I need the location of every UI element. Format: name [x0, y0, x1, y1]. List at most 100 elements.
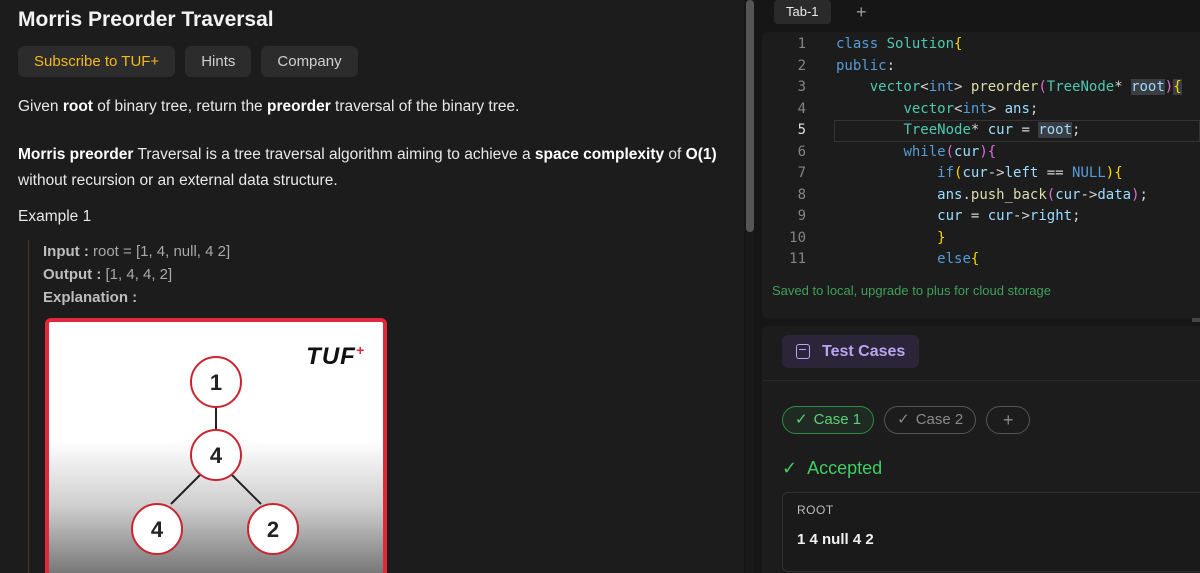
code-line: 7 if(cur->left == NULL){ — [762, 163, 1200, 185]
svg-text:4: 4 — [151, 517, 164, 542]
code-line: 4 vector<int> ans; — [762, 99, 1200, 121]
scrollbar-thumb[interactable] — [746, 0, 754, 232]
company-button[interactable]: Company — [261, 46, 358, 77]
line-number: 3 — [797, 79, 806, 95]
text-bold: O(1) — [685, 146, 717, 163]
line-number: 7 — [797, 165, 806, 181]
code-text: vector<int> preorder(TreeNode* root){ — [869, 79, 1182, 95]
code-line: 10 } — [762, 228, 1200, 250]
tree-edge — [170, 473, 202, 505]
code-line: 9 cur = cur->right; — [762, 206, 1200, 228]
tree-diagram: TUF+ 1 4 4 2 — [45, 318, 387, 573]
root-value[interactable]: 1 4 null 4 2 — [797, 531, 874, 548]
test-cases-label: Test Cases — [822, 343, 906, 360]
test-cases-panel: Test Cases ✓ Case 1 ✓ Case 2 + ✓ Accepted R… — [762, 326, 1200, 573]
root-input-box[interactable]: ROOT 1 4 null 4 2 — [782, 492, 1200, 572]
text-bold: Morris preorder — [18, 146, 134, 163]
example-title: Example 1 — [18, 208, 92, 225]
example-explanation: Explanation : — [43, 286, 628, 309]
test-cases-icon — [796, 344, 810, 359]
svg-text:4: 4 — [210, 443, 223, 468]
problem-description: Given root of binary tree, return the pr… — [18, 94, 718, 120]
code-text: cur = cur->right; — [937, 208, 1081, 224]
tree-node: 4 — [131, 503, 183, 555]
code-line: 2 public: — [762, 56, 1200, 78]
case-label: Case 2 — [915, 411, 964, 428]
text-bold: preorder — [267, 98, 331, 115]
tree-node: 2 — [247, 503, 299, 555]
code-text: class Solution{ — [836, 36, 963, 52]
output-value: [1, 4, 4, 2] — [101, 266, 173, 283]
tree-edge — [230, 473, 262, 505]
code-area[interactable]: 1 class Solution{ 2 public: 3 vector<int> … — [762, 34, 1200, 271]
problem-actions: Subscribe to TUF+ Hints Company — [18, 46, 358, 77]
line-number: 4 — [797, 100, 806, 117]
case-1-button[interactable]: ✓ Case 1 — [782, 406, 875, 434]
result-status: ✓ Accepted — [782, 458, 882, 479]
line-number: 11 — [789, 251, 806, 267]
code-line: 8 ans.push_back(cur->data); — [762, 185, 1200, 207]
tree-svg: 1 4 4 2 — [131, 356, 299, 555]
input-label: Input : — [43, 243, 89, 260]
status-text: Accepted — [807, 458, 883, 478]
example-input: Input : root = [1, 4, null, 4 2] — [43, 240, 628, 263]
code-text: TreeNode* cur = root; — [903, 122, 1081, 138]
code-text: ans.push_back(cur->data); — [937, 186, 1148, 203]
code-text: vector<int> ans; — [903, 100, 1039, 117]
tab-1[interactable]: Tab-1 — [774, 0, 831, 24]
text: without recursion or an external data st… — [18, 172, 338, 189]
explanation-label: Explanation : — [43, 289, 138, 306]
problem-title: Morris Preorder Traversal — [18, 8, 274, 31]
add-tab-icon[interactable]: + — [856, 0, 867, 24]
text-bold: root — [62, 98, 93, 115]
code-text: public: — [836, 57, 896, 74]
case-tabs: ✓ Case 1 ✓ Case 2 + — [782, 406, 1031, 434]
line-number: 10 — [789, 229, 806, 246]
text: traversal of the binary tree. — [330, 98, 520, 115]
subscribe-button[interactable]: Subscribe to TUF+ — [18, 46, 176, 77]
tree-node: 1 — [190, 356, 242, 408]
text: of binary tree, return the — [92, 98, 267, 115]
text-bold: space complexity — [534, 146, 665, 163]
line-number: 9 — [797, 208, 806, 224]
case-label: Case 1 — [813, 411, 862, 428]
editor-tabbar: Tab-1 + — [762, 0, 1200, 30]
check-icon: ✓ — [782, 458, 798, 478]
test-cases-button[interactable]: Test Cases — [782, 335, 920, 368]
line-number: 5 — [797, 122, 806, 138]
problem-details: Morris preorder Traversal is a tree trav… — [18, 142, 718, 194]
check-icon: ✓ — [897, 411, 910, 428]
problem-scrollbar[interactable] — [746, 0, 754, 573]
line-number: 2 — [797, 57, 806, 74]
example-output: Output : [1, 4, 4, 2] — [43, 263, 628, 286]
text: Traversal is a tree traversal algorithm … — [133, 146, 535, 163]
code-line: 6 while(cur){ — [762, 142, 1200, 164]
check-icon: ✓ — [795, 411, 808, 428]
code-editor[interactable]: 1 class Solution{ 2 public: 3 vector<int> … — [762, 32, 1200, 318]
editor-scrollbar[interactable] — [1192, 318, 1200, 322]
tree-node: 4 — [190, 429, 242, 481]
svg-text:1: 1 — [210, 370, 222, 395]
divider — [762, 380, 1200, 381]
code-line: 11 else{ — [762, 249, 1200, 271]
line-number: 6 — [797, 143, 806, 160]
line-number: 8 — [797, 186, 806, 203]
case-2-button[interactable]: ✓ Case 2 — [884, 406, 977, 434]
code-line: 3 vector<int> preorder(TreeNode* root){ — [762, 77, 1200, 99]
text: Given — [18, 98, 63, 115]
root-label: ROOT — [797, 503, 834, 517]
code-text: if(cur->left == NULL){ — [937, 165, 1123, 181]
code-text: } — [937, 229, 946, 246]
input-value: root = [1, 4, null, 4 2] — [88, 243, 231, 260]
code-line: 1 class Solution{ — [762, 34, 1200, 56]
workspace-panel: Tab-1 + 1 class Solution{ 2 public: 3 vect… — [762, 0, 1200, 573]
code-text: else{ — [937, 251, 980, 267]
line-number: 1 — [797, 36, 806, 52]
hints-button[interactable]: Hints — [185, 46, 252, 77]
problem-panel: Morris Preorder Traversal Subscribe to T… — [0, 0, 744, 573]
save-status: Saved to local, upgrade to plus for clou… — [772, 283, 1051, 298]
text: of — [664, 146, 686, 163]
add-case-button[interactable]: + — [986, 406, 1031, 434]
output-label: Output : — [43, 266, 102, 283]
code-text: while(cur){ — [903, 143, 997, 160]
